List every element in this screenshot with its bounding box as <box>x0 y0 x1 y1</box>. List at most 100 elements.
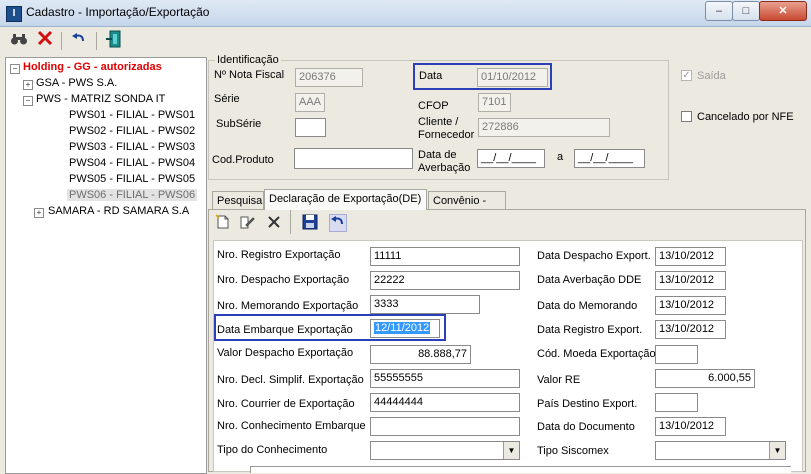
decl-simplif-label: Nro. Decl. Simplif. Exportação <box>217 374 364 386</box>
edit-icon[interactable] <box>239 214 257 232</box>
expand-icon[interactable]: + <box>34 208 44 218</box>
serie-label: Série <box>214 93 240 105</box>
data-memorando-field[interactable]: 13/10/2012 <box>655 296 726 315</box>
courrier-label: Nro. Courrier de Exportação <box>217 398 355 410</box>
tree-node[interactable]: GSA - PWS S.A. <box>36 77 117 89</box>
cod-produto-field[interactable] <box>294 148 413 169</box>
cod-produto-label: Cod.Produto <box>212 154 274 166</box>
cliente-field[interactable]: 272886 <box>478 118 610 137</box>
data-embarque-value: 12/11/2012 <box>374 322 431 334</box>
toolbar-separator <box>96 32 97 50</box>
cfop-label: CFOP <box>418 100 449 112</box>
tree-node[interactable]: PWS - MATRIZ SONDA IT <box>36 93 165 105</box>
conhecimento-embarque-field[interactable] <box>370 417 520 436</box>
valor-despacho-field[interactable]: 88.888,77 <box>370 345 471 364</box>
undo-icon[interactable] <box>68 30 90 52</box>
tree-root[interactable]: Holding - GG - autorizadas <box>23 61 162 73</box>
decl-simplif-field[interactable]: 55555555 <box>370 369 520 388</box>
despacho-exportacao-label: Nro. Despacho Exportação <box>217 274 350 286</box>
collapse-icon[interactable]: − <box>23 96 33 106</box>
tree-node[interactable]: PWS01 - FILIAL - PWS01 <box>69 109 195 121</box>
tab-pesquisa[interactable]: Pesquisa <box>212 191 264 209</box>
tipo-siscomex-label: Tipo Siscomex <box>537 445 609 457</box>
averbacao-label: Data de <box>418 149 457 161</box>
cancelado-checkbox[interactable] <box>681 111 692 122</box>
delete-icon[interactable] <box>34 30 56 52</box>
valor-re-field[interactable]: 6.000,55 <box>655 369 755 388</box>
data-registro-field[interactable]: 13/10/2012 <box>655 320 726 339</box>
undo-icon[interactable] <box>329 214 347 232</box>
delete-icon[interactable] <box>266 214 284 232</box>
tipo-conhecimento-label: Tipo do Conhecimento <box>217 444 328 456</box>
courrier-field[interactable]: 44444444 <box>370 393 520 412</box>
saida-label: Saída <box>697 70 726 82</box>
data-despacho-label: Data Despacho Export. <box>537 250 651 262</box>
chevron-down-icon[interactable]: ▼ <box>769 442 785 459</box>
registro-exportacao-label: Nro. Registro Exportação <box>217 249 341 261</box>
data-registro-label: Data Registro Export. <box>537 324 643 336</box>
averbacao-label-2: Averbação <box>418 162 471 174</box>
valor-re-label: Valor RE <box>537 374 581 386</box>
nota-fiscal-label: Nº Nota Fiscal <box>214 69 285 81</box>
cod-moeda-label: Cód. Moeda Exportação <box>537 348 656 360</box>
save-icon[interactable] <box>302 214 320 232</box>
exit-icon[interactable] <box>104 30 126 52</box>
close-button[interactable]: ✕ <box>759 1 807 21</box>
data-memorando-label: Data do Memorando <box>537 300 638 312</box>
tab-convenio-20[interactable]: Convênio - 20 <box>428 191 506 225</box>
tree-node[interactable]: PWS02 - FILIAL - PWS02 <box>69 125 195 137</box>
data-field[interactable]: 01/10/2012 <box>477 68 548 87</box>
tree-node[interactable]: PWS04 - FILIAL - PWS04 <box>69 157 195 169</box>
cod-moeda-field[interactable] <box>655 345 698 364</box>
toolbar-separator <box>290 210 291 234</box>
title-bar: I Cadastro - Importação/Exportação – □ ✕ <box>0 0 811 27</box>
valor-despacho-label: Valor Despacho Exportação <box>217 347 354 359</box>
pais-destino-label: País Destino Export. <box>537 398 638 410</box>
binoculars-icon[interactable] <box>8 30 30 52</box>
window-title: Cadastro - Importação/Exportação <box>26 5 210 19</box>
averbacao-from-field[interactable]: __/__/____ <box>477 149 545 168</box>
toolbar-separator <box>61 32 62 50</box>
memorando-exportacao-field[interactable]: 3333 <box>370 295 480 314</box>
fornecedor-label: Fornecedor <box>418 129 475 141</box>
tree-node[interactable]: SAMARA - RD SAMARA S.A <box>48 205 189 217</box>
maximize-button[interactable]: □ <box>732 1 760 21</box>
data-documento-label: Data do Documento <box>537 421 635 433</box>
data-embarque-label: Data Embarque Exportação <box>217 324 353 336</box>
tab-declaracao-exportacao[interactable]: Declaração de Exportação(DE) <box>264 189 427 210</box>
data-averbacao-dde-label: Data Averbação DDE <box>537 274 642 286</box>
tree-node[interactable]: PWS05 - FILIAL - PWS05 <box>69 173 195 185</box>
tree-node[interactable]: PWS03 - FILIAL - PWS03 <box>69 141 195 153</box>
data-documento-field[interactable]: 13/10/2012 <box>655 417 726 436</box>
nota-fiscal-field[interactable]: 206376 <box>295 68 363 87</box>
despacho-exportacao-field[interactable]: 22222 <box>370 271 520 290</box>
cliente-label: Cliente / <box>418 116 459 128</box>
minimize-button[interactable]: – <box>705 1 733 21</box>
registro-exportacao-field[interactable]: 11111 <box>370 247 520 266</box>
averbacao-to-field[interactable]: __/__/____ <box>574 149 645 168</box>
identificacao-legend: Identificação <box>217 54 279 66</box>
memorando-exportacao-label: Nro. Memorando Exportação <box>217 300 359 312</box>
collapse-icon[interactable]: − <box>10 64 20 74</box>
data-embarque-field[interactable]: 12/11/2012 <box>370 319 440 338</box>
new-document-icon[interactable] <box>215 214 233 232</box>
serie-field[interactable]: AAA <box>295 93 325 112</box>
conhecimento-embarque-label: Nro. Conhecimento Embarque <box>217 420 366 432</box>
subserie-field[interactable] <box>295 118 326 137</box>
subserie-label: SubSérie <box>216 118 262 130</box>
tipo-conhecimento-select[interactable]: ▼ <box>370 441 520 460</box>
saida-checkbox[interactable]: ✓ <box>681 70 692 81</box>
toolbar <box>0 27 811 55</box>
tree-node-selected[interactable]: PWS06 - FILIAL - PWS06 <box>67 189 198 201</box>
data-despacho-field[interactable]: 13/10/2012 <box>655 247 726 266</box>
expand-icon[interactable]: + <box>23 80 33 90</box>
cfop-field[interactable]: 7101 <box>478 93 511 112</box>
tipo-siscomex-select[interactable]: ▼ <box>655 441 786 460</box>
chevron-down-icon[interactable]: ▼ <box>503 442 519 459</box>
averbacao-separator: a <box>557 151 564 163</box>
app-icon: I <box>6 6 22 22</box>
data-averbacao-dde-field[interactable]: 13/10/2012 <box>655 271 726 290</box>
data-label: Data <box>419 70 443 82</box>
pais-destino-field[interactable] <box>655 393 698 412</box>
company-tree: − Holding - GG - autorizadas + GSA - PWS… <box>5 57 207 474</box>
